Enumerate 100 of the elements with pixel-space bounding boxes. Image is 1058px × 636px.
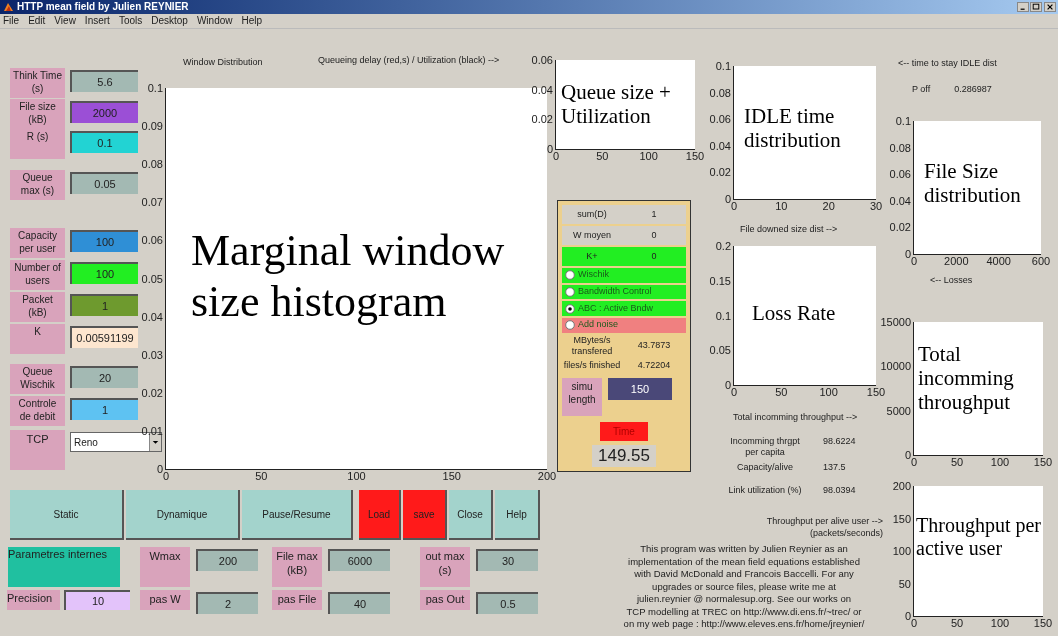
value-field[interactable]: 20 (70, 366, 138, 388)
plot-caption: File Size distribution (924, 159, 1022, 208)
axis-tick-label: 150 (442, 471, 461, 482)
axis-tick-label: 0.1 (715, 310, 731, 321)
dropdown-value: Reno (74, 435, 98, 450)
axis-tick-label: 0.03 (141, 349, 163, 361)
parameter-label: pas Out (420, 590, 470, 610)
stat-label: W moyen (572, 228, 612, 242)
action-button[interactable]: Dynamique (126, 490, 240, 540)
plot-title: Window Distribution (183, 56, 263, 69)
menu-item[interactable]: Desktop (151, 16, 188, 26)
menu-item[interactable]: Edit (28, 16, 46, 26)
action-button[interactable]: Help (495, 490, 540, 540)
value-field[interactable]: 2 (196, 592, 258, 614)
axis-tick-label: 0.09 (141, 120, 163, 132)
axis-tick-label: 50 (898, 578, 911, 589)
stat-value: 0 (650, 249, 658, 263)
parameter-label: pas W (140, 590, 190, 610)
plot-caption: Loss Rate (752, 301, 837, 326)
value-field[interactable]: 200 (196, 549, 258, 571)
plot-caption: IDLE time distribution (744, 104, 842, 153)
plot-caption: Queue size + Utilization (561, 80, 672, 129)
radio-option[interactable]: Bandwidth Control (562, 284, 686, 300)
parameter-label: pas File (272, 590, 322, 610)
value-field[interactable]: 150 (608, 378, 672, 401)
axis-tick-label: 150 (1033, 618, 1053, 629)
axis-tick-label: 100 (990, 618, 1010, 629)
reading-value: 98.0394 (823, 485, 856, 496)
menu-item[interactable]: Insert (84, 16, 110, 26)
value-field[interactable]: 0.05 (70, 172, 138, 194)
plot-caption: Throughput per active user (916, 514, 1042, 560)
menu-item[interactable]: Window (196, 16, 233, 26)
reading-value: 43.7873 (636, 338, 672, 352)
parameter-label: File max (kB) (272, 547, 322, 587)
axis-tick-label: 50 (950, 618, 964, 629)
value-field[interactable]: 10 (64, 590, 130, 610)
value-field[interactable]: 40 (328, 592, 390, 614)
value-field[interactable]: 0.1 (70, 131, 138, 153)
value-field[interactable]: 100 (70, 230, 138, 252)
axis-tick-label: 0 (904, 449, 911, 461)
parameter-label: Precision (7, 590, 60, 610)
menu-item[interactable]: Help (241, 16, 263, 26)
annotation: Total incomming throughput --> (733, 411, 858, 423)
close-button[interactable] (1044, 2, 1056, 12)
axis-tick-label: 0 (162, 471, 170, 482)
time-display: 149.55 (592, 445, 656, 467)
axis-tick-label: 0.06 (531, 54, 553, 66)
axis-tick-label: 0.06 (889, 168, 911, 180)
axis-tick-label: 0.04 (709, 140, 731, 152)
parameter-label: Controle de debit (10, 396, 65, 426)
axis-tick-label: 0.08 (141, 158, 163, 170)
axis-tick-label: 0.05 (709, 344, 731, 356)
plot-caption: Marginal window size histogram (191, 226, 506, 328)
reading-label: MBytes/s transfered (570, 334, 614, 357)
app-icon (3, 2, 14, 12)
section-label: Parametres internes (8, 547, 120, 587)
action-button[interactable]: Static (10, 490, 124, 540)
action-button[interactable]: Close (449, 490, 493, 540)
axis-tick-label: 0.04 (141, 311, 163, 323)
axis-tick-label: 10 (775, 201, 788, 212)
action-button[interactable]: Pause/Resume (242, 490, 353, 540)
axis-tick-label: 50 (950, 457, 964, 468)
axis-tick-label: 10000 (880, 360, 911, 372)
axis-tick-label: 0 (904, 610, 911, 622)
value-field[interactable]: 0.00591199 (70, 326, 138, 348)
menu-item[interactable]: View (54, 16, 76, 26)
parameter-label: simu length (562, 378, 602, 417)
menu-item[interactable]: File (3, 16, 20, 26)
value-field[interactable]: 1 (70, 294, 138, 316)
value-field[interactable]: 1 (70, 398, 138, 420)
value-field[interactable]: 100 (70, 262, 138, 284)
annotation: File downed size dist --> (740, 223, 838, 235)
annotation: Throughput per alive user --> (packets/seconds) (765, 515, 883, 539)
value-field[interactable]: 5.6 (70, 70, 138, 92)
axis-tick-label: 0.04 (889, 195, 911, 207)
radio-icon (565, 303, 575, 314)
value-field[interactable]: 6000 (328, 549, 390, 571)
value-field[interactable]: 0.5 (476, 592, 538, 614)
action-button[interactable]: save (403, 490, 447, 540)
reading-label: P off (912, 83, 931, 96)
value-field[interactable]: 2000 (70, 101, 138, 123)
axis-tick-label: 0.06 (709, 113, 731, 125)
menu-item[interactable]: Tools (118, 16, 143, 26)
maximize-button[interactable] (1030, 2, 1042, 12)
reading-value: 4.72204 (636, 358, 672, 372)
axis-label: Queueing delay (red,s) / Utilization (black) --> (318, 54, 500, 67)
axis-tick-label: 0 (730, 201, 738, 212)
axis-tick-label: 200 (892, 480, 911, 492)
plot-caption: Total incomming throughput (918, 342, 1015, 415)
axis-tick-label: 0 (724, 193, 731, 205)
minimize-button[interactable] (1017, 2, 1029, 12)
value-field[interactable]: 30 (476, 549, 538, 571)
reading-label: Incomming thrgpt per capita (729, 436, 801, 458)
radio-option[interactable]: Wischik (562, 267, 686, 283)
axis-tick-label: 0.07 (141, 196, 163, 208)
axis-tick-label: 100 (639, 151, 658, 162)
radio-icon (565, 286, 575, 297)
reading-value: 0.286987 (954, 83, 992, 96)
action-button[interactable]: Load (359, 490, 401, 540)
radio-option[interactable]: ABC : Active Bndw (562, 301, 686, 316)
